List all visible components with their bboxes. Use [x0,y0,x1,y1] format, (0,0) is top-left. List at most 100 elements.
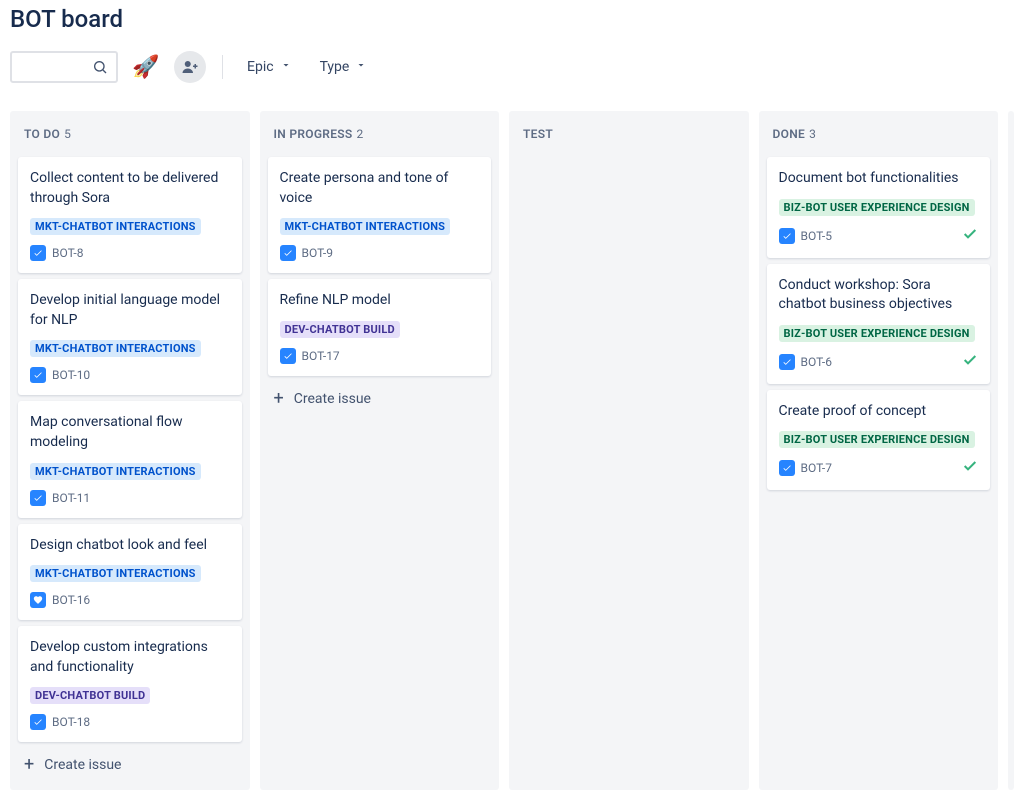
card-title: Map conversational flow modeling [30,413,230,452]
issue-card[interactable]: Develop initial language model for NLP MK… [18,279,242,395]
epic-tag[interactable]: BIZ-BOT USER EXPERIENCE DESIGN [779,431,975,448]
page-header: BOT board [10,0,1014,51]
toolbar: 🚀 Epic Type [10,51,1014,83]
issue-card[interactable]: Create persona and tone of voice MKT-CHAT… [268,157,492,273]
type-dropdown[interactable]: Type [312,55,376,79]
card-title: Develop custom integrations and function… [30,638,230,677]
issue-type-task-icon [30,714,46,730]
card-footer: BOT-11 [30,490,230,506]
card-footer-left: BOT-9 [280,245,333,261]
column-header: DONE3 [767,119,991,151]
add-people-button[interactable] [174,51,206,83]
create-issue-button[interactable]: + Create issue [268,382,492,416]
card-title: Create proof of concept [779,402,979,422]
create-issue-label: Create issue [294,391,371,407]
issue-id: BOT-17 [302,349,340,363]
issue-id: BOT-18 [52,715,90,729]
epic-tag[interactable]: MKT-CHATBOT INTERACTIONS [30,340,201,357]
column-count: 3 [809,127,816,141]
column-title: IN PROGRESS [274,127,353,141]
avatar-rocket[interactable]: 🚀 [130,51,162,83]
toolbar-divider [222,55,223,79]
card-title: Design chatbot look and feel [30,536,230,556]
plus-icon: + [274,390,284,408]
chevron-down-icon [280,59,292,75]
issue-card[interactable]: Design chatbot look and feel MKT-CHATBOT … [18,524,242,621]
issue-type-task-icon [30,367,46,383]
card-footer: BOT-5 [779,226,979,246]
epic-tag[interactable]: MKT-CHATBOT INTERACTIONS [30,463,201,480]
card-footer: BOT-8 [30,245,230,261]
column-header: TO DO5 [18,119,242,151]
column-title: DONE [773,127,806,141]
issue-type-task-icon [280,348,296,364]
column-header: TEST [517,119,741,151]
card-footer-left: BOT-6 [779,354,832,370]
issue-card[interactable]: Map conversational flow modeling MKT-CHAT… [18,401,242,517]
card-footer-left: BOT-18 [30,714,90,730]
epic-tag[interactable]: BIZ-BOT USER EXPERIENCE DESIGN [779,325,975,342]
card-title: Develop initial language model for NLP [30,291,230,330]
card-footer: BOT-10 [30,367,230,383]
epic-tag[interactable]: MKT-CHATBOT INTERACTIONS [30,565,201,582]
issue-card[interactable]: Create proof of concept BIZ-BOT USER EXPE… [767,390,991,491]
card-footer-left: BOT-16 [30,592,90,608]
epic-tag[interactable]: MKT-CHATBOT INTERACTIONS [280,218,451,235]
epic-tag[interactable]: DEV-CHATBOT BUILD [30,687,150,704]
card-footer: BOT-18 [30,714,230,730]
kanban-board: TO DO5 Collect content to be delivered th… [10,111,1014,810]
issue-card[interactable]: Develop custom integrations and function… [18,626,242,742]
create-issue-label: Create issue [44,757,121,773]
card-title: Document bot functionalities [779,169,979,189]
board-title: BOT board [10,5,1014,33]
issue-type-task-icon [779,460,795,476]
epic-dropdown[interactable]: Epic [239,55,300,79]
search-field[interactable] [20,59,92,75]
column-count: 2 [357,127,364,141]
column-todo: TO DO5 Collect content to be delivered th… [10,111,250,790]
create-issue-button[interactable]: + Create issue [18,748,242,782]
next-column-sliver [1008,111,1014,790]
search-input[interactable] [10,51,118,83]
column-header: IN PROGRESS 2 [268,119,492,151]
issue-type-task-icon [30,245,46,261]
epic-label: Epic [247,59,274,75]
card-footer: BOT-7 [779,458,979,478]
issue-id: BOT-6 [801,355,832,369]
card-footer-left: BOT-10 [30,367,90,383]
issue-type-task-icon [779,228,795,244]
plus-icon: + [24,756,34,774]
issue-type-task-icon [280,245,296,261]
rocket-icon: 🚀 [132,55,159,80]
column-title: TEST [523,127,553,141]
issue-id: BOT-10 [52,368,90,382]
card-title: Conduct workshop: Sora chatbot business … [779,276,979,315]
issue-id: BOT-9 [302,246,333,260]
card-footer-left: BOT-5 [779,228,832,244]
issue-card[interactable]: Conduct workshop: Sora chatbot business … [767,264,991,384]
card-footer: BOT-16 [30,592,230,608]
card-title: Create persona and tone of voice [280,169,480,208]
card-title: Refine NLP model [280,291,480,311]
card-footer: BOT-6 [779,352,979,372]
issue-type-task-icon [779,354,795,370]
issue-id: BOT-11 [52,491,90,505]
add-people-icon [181,58,199,76]
type-label: Type [320,59,350,75]
card-footer: BOT-17 [280,348,480,364]
issue-card[interactable]: Collect content to be delivered through … [18,157,242,273]
done-check-icon [962,226,978,246]
issue-type-design-icon [30,592,46,608]
epic-tag[interactable]: MKT-CHATBOT INTERACTIONS [30,218,201,235]
issue-card[interactable]: Refine NLP model DEV-CHATBOT BUILD BOT-17 [268,279,492,376]
card-footer-left: BOT-7 [779,460,832,476]
search-icon [92,59,108,75]
card-footer-left: BOT-8 [30,245,83,261]
issue-type-task-icon [30,490,46,506]
issue-card[interactable]: Document bot functionalities BIZ-BOT USER… [767,157,991,258]
epic-tag[interactable]: BIZ-BOT USER EXPERIENCE DESIGN [779,199,975,216]
chevron-down-icon [355,59,367,75]
epic-tag[interactable]: DEV-CHATBOT BUILD [280,321,400,338]
column-inprogress: IN PROGRESS 2 Create persona and tone of v… [260,111,500,790]
done-check-icon [962,458,978,478]
